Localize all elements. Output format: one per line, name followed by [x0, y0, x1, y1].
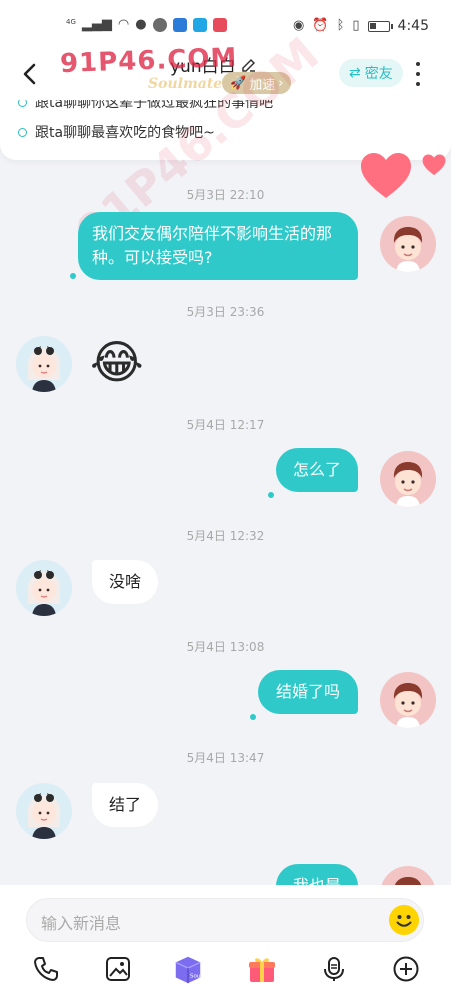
- wechat-icon: ●: [135, 17, 147, 32]
- message-emoji-incoming[interactable]: 😂: [90, 334, 144, 390]
- more-icon[interactable]: [410, 62, 426, 86]
- input-bar: 输入新消息 Soul: [0, 885, 451, 1000]
- edit-icon[interactable]: [240, 56, 258, 74]
- girl-avatar-icon: [27, 570, 61, 616]
- bluetooth-icon: ᛒ: [336, 18, 345, 33]
- rocket-icon: 🚀: [230, 75, 247, 91]
- message-timestamp: 5月4日 13:47: [186, 751, 265, 765]
- read-indicator: [250, 714, 256, 720]
- speed-label: 加速: [249, 77, 276, 93]
- chevron-right-icon: ›: [278, 75, 284, 91]
- avatar-self[interactable]: [380, 216, 436, 272]
- signal-icon: ▂▄▆: [81, 17, 112, 32]
- boy-avatar-icon: [393, 683, 423, 728]
- phone-icon[interactable]: [30, 953, 62, 985]
- image-icon[interactable]: [102, 953, 134, 985]
- topic-item[interactable]: 跟ta聊聊最喜欢吃的食物吧~: [18, 122, 215, 142]
- avatar-contact[interactable]: [16, 560, 72, 616]
- girl-avatar-icon: [27, 346, 61, 392]
- app-icon-search: [192, 18, 207, 32]
- message-input[interactable]: 输入新消息: [26, 898, 424, 942]
- boy-avatar-icon: [393, 462, 423, 507]
- vibrate-icon: ▯: [352, 18, 360, 33]
- speed-button[interactable]: 🚀 加速 ›: [222, 72, 292, 94]
- message-input-placeholder: 输入新消息: [41, 914, 122, 933]
- app-icon-circle: [152, 18, 167, 32]
- status-time: 4:45: [397, 18, 429, 34]
- emoji-icon[interactable]: [389, 905, 419, 935]
- battery-icon: [367, 20, 393, 32]
- read-indicator: [268, 492, 274, 498]
- soul-box-icon[interactable]: Soul: [172, 953, 204, 985]
- heart-icon: [422, 154, 446, 176]
- mi-friend-label: 密友: [364, 66, 393, 82]
- status-bar: 4G ▂▄▆ ◠ ● ◉ ⏰ ᛒ ▯ 4:45: [0, 0, 451, 50]
- message-bubble-outgoing[interactable]: 怎么了: [276, 448, 358, 492]
- avatar-self[interactable]: [380, 672, 436, 728]
- soulmate-logo: Soulmate: [148, 76, 223, 92]
- message-timestamp: 5月4日 13:08: [186, 640, 265, 654]
- message-timestamp: 5月4日 12:17: [186, 418, 265, 432]
- app-icon-heart: [212, 18, 227, 32]
- message-bubble-outgoing[interactable]: 我们交友偶尔陪伴不影响生活的那种。可以接受吗?: [78, 212, 358, 280]
- add-icon[interactable]: [390, 953, 422, 985]
- message-bubble-incoming[interactable]: 没啥: [92, 560, 158, 604]
- read-indicator: [70, 273, 76, 279]
- topic-text: 跟ta聊聊最喜欢吃的食物吧~: [35, 125, 215, 141]
- voice-icon[interactable]: [318, 953, 350, 985]
- eye-icon: ◉: [293, 18, 305, 33]
- gift-icon[interactable]: [246, 953, 278, 985]
- message-timestamp: 5月4日 12:32: [186, 529, 265, 543]
- mi-friend-button[interactable]: ⇄ 密友: [339, 59, 403, 87]
- app-icon-bulb: [172, 18, 187, 32]
- chat-toolbar: Soul: [0, 953, 451, 993]
- message-timestamp: 5月3日 22:10: [186, 188, 265, 202]
- topic-dot-icon: [18, 127, 27, 137]
- network-label: 4G: [66, 18, 76, 26]
- girl-avatar-icon: [27, 793, 61, 839]
- back-icon[interactable]: [16, 60, 44, 88]
- message-bubble-incoming[interactable]: 结了: [92, 783, 158, 827]
- message-bubble-outgoing[interactable]: 结婚了吗: [258, 670, 358, 714]
- avatar-self[interactable]: [380, 451, 436, 507]
- wifi-icon: ◠: [117, 17, 130, 32]
- avatar-contact[interactable]: [16, 336, 72, 392]
- swap-icon: ⇄: [349, 65, 361, 81]
- alarm-icon: ⏰: [312, 18, 329, 33]
- soul-box-label: Soul: [190, 973, 203, 979]
- avatar-contact[interactable]: [16, 783, 72, 839]
- boy-avatar-icon: [393, 227, 423, 272]
- chat-header: yun白白 Soulmate 🚀 加速 › ⇄ 密友: [0, 50, 451, 100]
- message-timestamp: 5月3日 23:36: [186, 305, 265, 319]
- battery-fill: [369, 22, 376, 29]
